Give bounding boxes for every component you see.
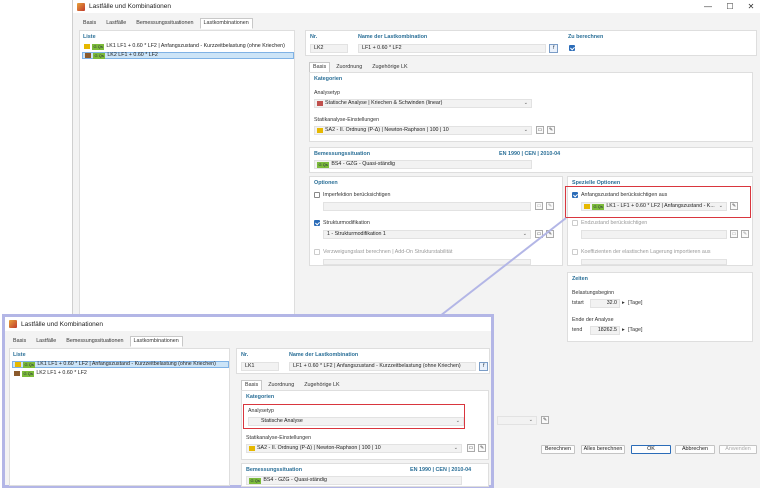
item-text: LF1 + 0.60 * LF2: [47, 370, 87, 376]
list-item[interactable]: G Qs LK1 LF1 + 0.60 * LF2 | Anfangszusta…: [12, 361, 229, 368]
list-header: Liste: [13, 352, 26, 358]
color-swatch: [15, 362, 21, 367]
item-text: LF1 + 0.60 * LF2 | Anfangszustand - Kurz…: [48, 361, 216, 367]
bemess-value: BS4 - GZG - Quasi-ständig: [263, 477, 327, 483]
popup-title: Lastfälle und Kombinationen: [21, 320, 104, 328]
popup-bemess-panel: Bemessungssituation EN 1990 | CEN | 2010…: [241, 463, 489, 487]
badge: G Qs: [22, 370, 35, 377]
highlight-box: [243, 404, 465, 429]
popup-tabs: Basis Lastfälle Bemessungssituationen La…: [9, 336, 183, 347]
nr-label: Nr.: [241, 352, 249, 358]
edit-icon[interactable]: ✎: [478, 444, 486, 452]
chevron-down-icon: ⌄: [453, 445, 458, 451]
list-item[interactable]: G Qs LK2 LF1 + 0.60 * LF2: [12, 370, 229, 377]
item-id: LK2: [36, 370, 46, 376]
nr-field[interactable]: LK1: [241, 362, 279, 371]
statik-label: Statikanalyse-Einstellungen: [246, 435, 312, 441]
formula-icon[interactable]: f: [479, 362, 488, 371]
popup-detail-header: Nr. LK1 Name der Lastkombination LF1 + 0…: [236, 348, 490, 374]
tab-bemessungssituationen[interactable]: Bemessungssituationen: [62, 336, 128, 347]
color-swatch: [14, 371, 20, 376]
tab-basis[interactable]: Basis: [9, 336, 31, 347]
badge: G Qs: [249, 477, 262, 484]
new-icon[interactable]: ▭: [467, 444, 475, 452]
item-id: LK1: [37, 361, 47, 367]
app-icon: [9, 320, 17, 328]
popup-title-bar: Lastfälle und Kombinationen: [5, 317, 491, 331]
bemess-header: Bemessungssituation: [246, 467, 303, 473]
statik-swatch: [249, 446, 255, 451]
bemess-field: G Qs BS4 - GZG - Quasi-ständig: [246, 476, 462, 485]
bemess-norm: EN 1990 | CEN | 2010-04: [410, 467, 472, 473]
badge: G Qs: [23, 361, 36, 368]
popup-list-panel: Liste G Qs LK1 LF1 + 0.60 * LF2 | Anfang…: [9, 348, 230, 486]
statik-dropdown[interactable]: SA2 - II. Ordnung (P-Δ) | Newton-Raphson…: [246, 444, 462, 453]
popup-window: Lastfälle und Kombinationen Basis Lastfä…: [2, 314, 494, 488]
name-field[interactable]: LF1 + 0.60 * LF2 | Anfangszustand - Kurz…: [289, 362, 476, 371]
tab-lastkombinationen[interactable]: Lastkombinationen: [129, 336, 183, 347]
name-label: Name der Lastkombination: [289, 352, 359, 358]
kategorien-header: Kategorien: [246, 394, 275, 400]
statik-value: SA2 - II. Ordnung (P-Δ) | Newton-Raphson…: [257, 445, 381, 451]
tab-lastfaelle[interactable]: Lastfälle: [32, 336, 61, 347]
